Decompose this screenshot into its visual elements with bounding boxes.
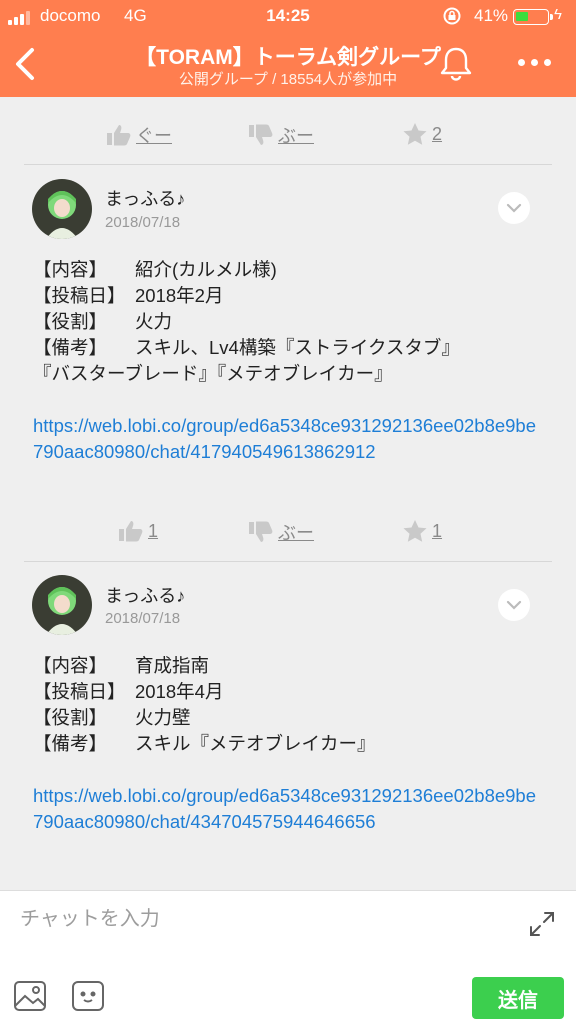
chevron-down-icon (506, 600, 522, 610)
boo-label: ぶー (278, 523, 314, 543)
good-button[interactable]: 1 (118, 519, 158, 543)
star-button[interactable]: 2 (402, 122, 442, 146)
chat-composer: 送信 (0, 890, 576, 1024)
post-field: 【備考】 スキル『メテオブレイカー』 (33, 733, 376, 754)
post-actions: ぐー ぶー 2 (0, 105, 576, 165)
post-field: 【内容】 紹介(カルメル様) (33, 259, 277, 280)
post-menu-button[interactable] (498, 589, 530, 621)
thumbs-up-icon (119, 521, 143, 542)
star-icon (403, 520, 427, 542)
boo-button[interactable]: ぶー (248, 122, 314, 148)
good-button[interactable]: ぐー (106, 122, 172, 148)
post-field: 【投稿日】 2018年2月 (33, 285, 224, 306)
divider (24, 561, 552, 562)
post-author: まっふる♪ (105, 586, 186, 606)
post-field: 【備考】 スキル、Lv4構築『ストライクスタブ』 (33, 337, 460, 358)
chat-feed[interactable]: ぐー ぶー 2 まっふる♪ 2018/07/18 【内容】 紹介(カルメル様) 【… (0, 97, 576, 890)
fullscreen-icon (530, 912, 554, 936)
app-header: docomo 4G 14:25 41% ϟ 【TORAM】トーラム剣グループ 公… (0, 0, 576, 97)
group-subtitle: 公開グループ / 18554人が参加中 (178, 71, 398, 88)
send-button[interactable]: 送信 (472, 977, 564, 1019)
post-date: 2018/07/18 (105, 610, 181, 627)
post-menu-button[interactable] (498, 192, 530, 224)
thumbs-down-icon (249, 124, 273, 145)
post-body: 【内容】 紹介(カルメル様) 【投稿日】 2018年2月 【役割】 火力 【備考】 スキ… (33, 257, 543, 465)
group-title: 【TORAM】トーラム剣グループ (135, 46, 441, 69)
post-body: 【内容】 育成指南 【投稿日】 2018年4月 【役割】 火力壁 【備考】 スキル『メテ… (33, 653, 543, 835)
post-field: 【内容】 育成指南 (33, 655, 210, 676)
boo-button[interactable]: ぶー (248, 519, 314, 545)
image-button[interactable] (12, 979, 48, 1013)
post-field: 【役割】 火力壁 (33, 707, 191, 728)
more-icon (517, 58, 525, 66)
post-link[interactable]: https://web.lobi.co/group/ed6a5348ce9312… (33, 413, 543, 465)
battery-icon (513, 9, 553, 25)
good-count: 1 (148, 520, 159, 541)
chat-input[interactable] (20, 903, 500, 935)
boo-label: ぶー (278, 126, 314, 146)
sticker-icon (72, 981, 104, 1011)
post-field: 【役割】 火力 (33, 311, 173, 332)
fullscreen-button[interactable] (527, 909, 557, 939)
avatar[interactable] (32, 575, 92, 635)
good-label: ぐー (136, 126, 172, 146)
notification-button[interactable] (438, 44, 474, 82)
chevron-down-icon (506, 203, 522, 213)
star-count: 1 (432, 520, 443, 541)
star-count: 2 (432, 123, 443, 144)
post-date: 2018/07/18 (105, 214, 181, 231)
rotation-lock-icon (443, 7, 461, 25)
status-bar: docomo 4G 14:25 41% ϟ (0, 0, 576, 32)
image-icon (14, 981, 46, 1011)
bell-icon (440, 47, 472, 75)
star-button[interactable]: 1 (402, 519, 442, 543)
thumbs-up-icon (107, 125, 131, 146)
thumbs-down-icon (249, 521, 273, 542)
post-author: まっふる♪ (105, 189, 186, 209)
post-field-continuation: 『バスターブレード』『メテオブレイカー』 (33, 363, 393, 384)
battery-percent: 41% (474, 6, 509, 25)
more-button[interactable] (514, 50, 554, 74)
divider (24, 164, 552, 165)
post-field: 【投稿日】 2018年4月 (33, 681, 224, 702)
charging-icon: ϟ (554, 6, 562, 23)
sticker-button[interactable] (70, 979, 106, 1013)
post-link[interactable]: https://web.lobi.co/group/ed6a5348ce9312… (33, 783, 543, 835)
avatar[interactable] (32, 179, 92, 239)
post-actions: 1 ぶー 1 (0, 502, 576, 562)
star-icon (403, 123, 427, 145)
